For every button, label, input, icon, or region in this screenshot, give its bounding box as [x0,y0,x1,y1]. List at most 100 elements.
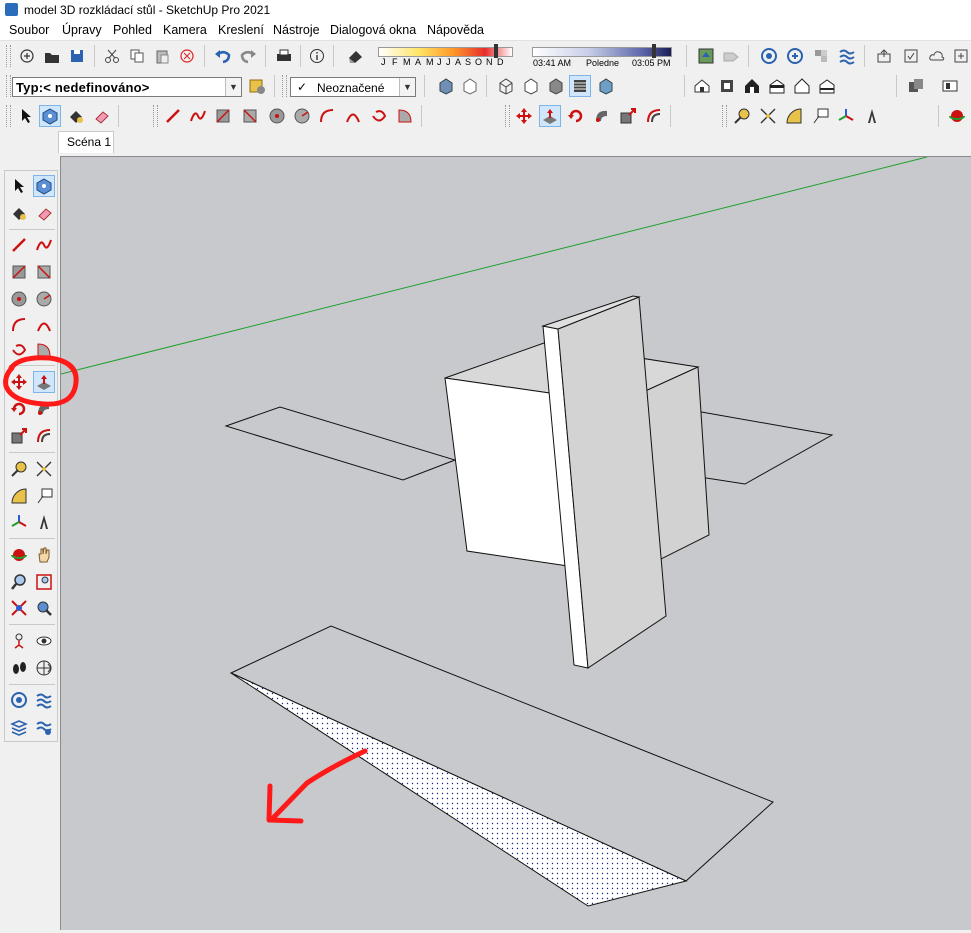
hidden-line-icon[interactable] [519,75,541,97]
push-pull-icon[interactable] [539,105,561,127]
position-camera-icon[interactable] [8,630,30,652]
scale-icon[interactable] [8,425,30,447]
components-icon[interactable] [810,45,832,67]
rectangle-icon[interactable] [8,261,30,283]
follow-me-icon[interactable] [33,398,55,420]
paint-bucket-icon[interactable] [8,202,30,224]
freehand-icon[interactable] [187,105,209,127]
cut-icon[interactable] [101,45,123,67]
eraser-icon[interactable] [33,202,55,224]
walk-icon[interactable] [8,657,30,679]
section-plane-icon[interactable] [905,75,927,97]
rotated-rectangle-icon[interactable] [33,261,55,283]
menu-dialogova-okna[interactable]: Dialogová okna [330,23,416,37]
cloud-icon[interactable] [926,45,948,67]
3d-text-icon[interactable] [33,511,55,533]
2pt-arc-icon[interactable] [342,105,364,127]
toolbar-grip[interactable] [6,105,11,127]
tag-icon[interactable] [720,45,742,67]
time-slider-thumb[interactable] [652,44,656,58]
orbit-icon[interactable] [946,105,968,127]
section-cuts-icon[interactable] [939,75,961,97]
protractor-icon[interactable] [8,485,30,507]
section-plane-icon[interactable] [33,657,55,679]
polygon-icon[interactable] [33,288,55,310]
follow-me-icon[interactable] [591,105,613,127]
move-icon[interactable] [513,105,535,127]
tape-measure-icon[interactable] [731,105,753,127]
offset-icon[interactable] [33,425,55,447]
rectangle-icon[interactable] [212,105,234,127]
share-icon[interactable] [874,45,896,67]
freehand-icon[interactable] [33,234,55,256]
push-pull-icon[interactable] [33,371,55,393]
look-around-icon[interactable] [33,630,55,652]
tape-measure-icon[interactable] [8,458,30,480]
front-view-icon[interactable] [741,75,763,97]
3pt-arc-icon[interactable] [368,105,390,127]
dimensions-icon[interactable] [757,105,779,127]
3pt-arc-icon[interactable] [8,339,30,361]
rotate-icon[interactable] [8,398,30,420]
extension-warehouse-icon[interactable] [758,45,780,67]
select-icon[interactable] [15,105,37,127]
shadow-icon[interactable] [344,45,366,67]
wireframe-icon[interactable] [494,75,516,97]
rotate-icon[interactable] [565,105,587,127]
3d-warehouse-icon[interactable] [784,45,806,67]
pie-icon[interactable] [394,105,416,127]
pan-icon[interactable] [33,544,55,566]
monochrome-icon[interactable] [594,75,616,97]
paint-bucket-icon[interactable] [65,105,87,127]
open-icon[interactable] [41,45,63,67]
menu-pohled[interactable]: Pohled [113,23,152,37]
make-component-icon[interactable] [33,175,55,197]
model-info-icon[interactable] [306,45,328,67]
menu-upravy[interactable]: Úpravy [62,23,102,37]
geo-location-icon[interactable] [695,45,717,67]
save-icon[interactable] [66,45,88,67]
line-icon[interactable] [162,105,184,127]
text-icon[interactable] [809,105,831,127]
toolbar-grip[interactable] [722,105,727,127]
tab-scene-1[interactable]: Scéna 1 [58,131,114,153]
new-icon[interactable] [16,45,38,67]
undo-icon[interactable] [212,45,234,67]
menu-kamera[interactable]: Kamera [163,23,207,37]
zoom-window-icon[interactable] [33,571,55,593]
arc-icon[interactable] [8,314,30,336]
scene-canvas[interactable] [0,156,971,930]
move-icon[interactable] [8,371,30,393]
menu-soubor[interactable]: Soubor [9,23,49,37]
menu-kresleni[interactable]: Kreslení [218,23,264,37]
2pt-arc-icon[interactable] [33,314,55,336]
orbit-icon[interactable] [8,544,30,566]
axes-icon[interactable] [835,105,857,127]
rotated-rectangle-icon[interactable] [239,105,261,127]
menu-nastroje[interactable]: Nástroje [273,23,320,37]
menu-napoveda[interactable]: Nápověda [427,23,484,37]
check-icon[interactable] [900,45,922,67]
add-location-icon[interactable] [950,45,971,67]
left-view-icon[interactable] [816,75,838,97]
redo-icon[interactable] [237,45,259,67]
toolbar-grip[interactable] [282,75,287,97]
layers-icon[interactable] [8,716,30,738]
print-icon[interactable] [273,45,295,67]
time-slider[interactable] [532,47,672,57]
toolbar-grip[interactable] [153,105,158,127]
sandbox-icon[interactable] [836,45,858,67]
sandbox-2-icon[interactable] [33,716,55,738]
eraser-icon[interactable] [90,105,112,127]
right-view-icon[interactable] [766,75,788,97]
3d-text-icon[interactable] [861,105,883,127]
untagged-combobox[interactable]: ✓ Neoznačené ▼ [290,77,416,97]
toolbar-grip[interactable] [6,75,11,97]
circle-icon[interactable] [266,105,288,127]
shaded-icon[interactable] [544,75,566,97]
iso-view-icon[interactable] [691,75,713,97]
paste-icon[interactable] [151,45,173,67]
month-slider-thumb[interactable] [494,44,498,58]
axes-icon[interactable] [8,511,30,533]
warehouse-icon[interactable] [8,689,30,711]
